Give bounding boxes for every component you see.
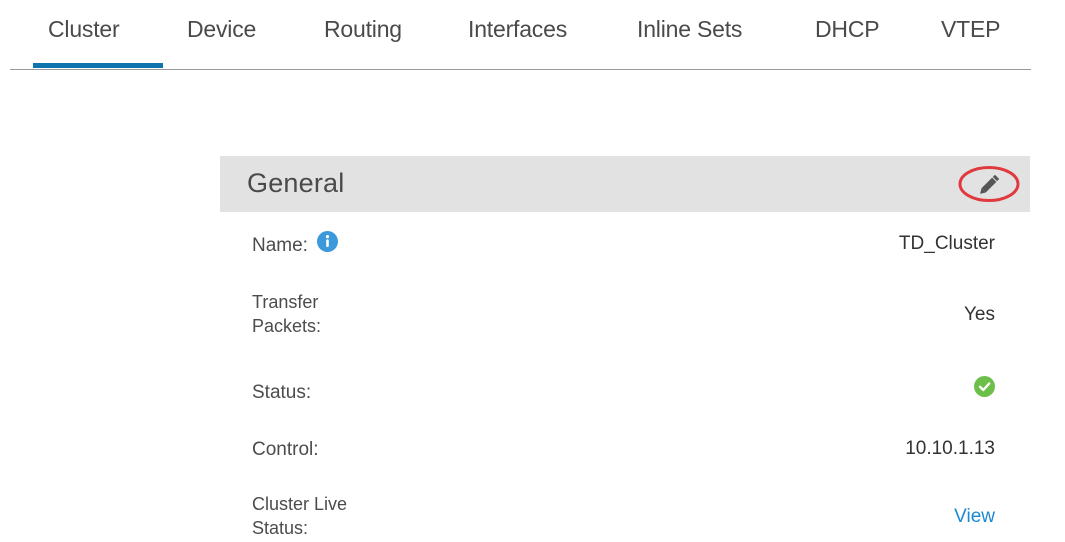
control-value: 10.10.1.13 [905,438,995,459]
view-link[interactable]: View [954,506,995,528]
general-panel-header: General [220,156,1030,212]
general-panel: General Name: TD_Cluster Transfer Packet… [220,156,1030,542]
check-circle-icon [974,376,995,397]
tab-dhcp[interactable]: DHCP [815,16,880,43]
live-label-line2: Status: [252,518,309,538]
active-tab-indicator [33,63,163,68]
tab-device[interactable]: Device [187,16,256,43]
name-value: TD_Cluster [898,233,995,254]
live-label-line1: Cluster Live [252,494,348,514]
transfer-label-line2: Packets: [252,316,322,336]
name-label-text: Name: [252,235,308,256]
panel-title: General [247,168,345,198]
control-label: Control: [252,439,319,460]
tab-routing[interactable]: Routing [324,16,402,43]
transfer-label-line1: Transfer [252,292,319,312]
transfer-packets-label: Transfer Packets: [252,290,321,338]
edit-button[interactable] [957,165,1021,203]
pencil-icon [958,166,1020,202]
info-icon[interactable] [317,231,339,252]
tab-cluster[interactable]: Cluster [48,16,120,43]
tab-inline-sets[interactable]: Inline Sets [637,16,742,43]
tab-interfaces[interactable]: Interfaces [468,16,567,43]
cluster-live-status-label: Cluster Live Status: [252,492,347,540]
tab-bar: Cluster Device Routing Interfaces Inline… [10,0,1031,70]
status-label: Status: [252,382,312,403]
name-label: Name: [252,231,339,257]
transfer-packets-value: Yes [964,304,995,325]
tab-vtep[interactable]: VTEP [941,16,1000,43]
